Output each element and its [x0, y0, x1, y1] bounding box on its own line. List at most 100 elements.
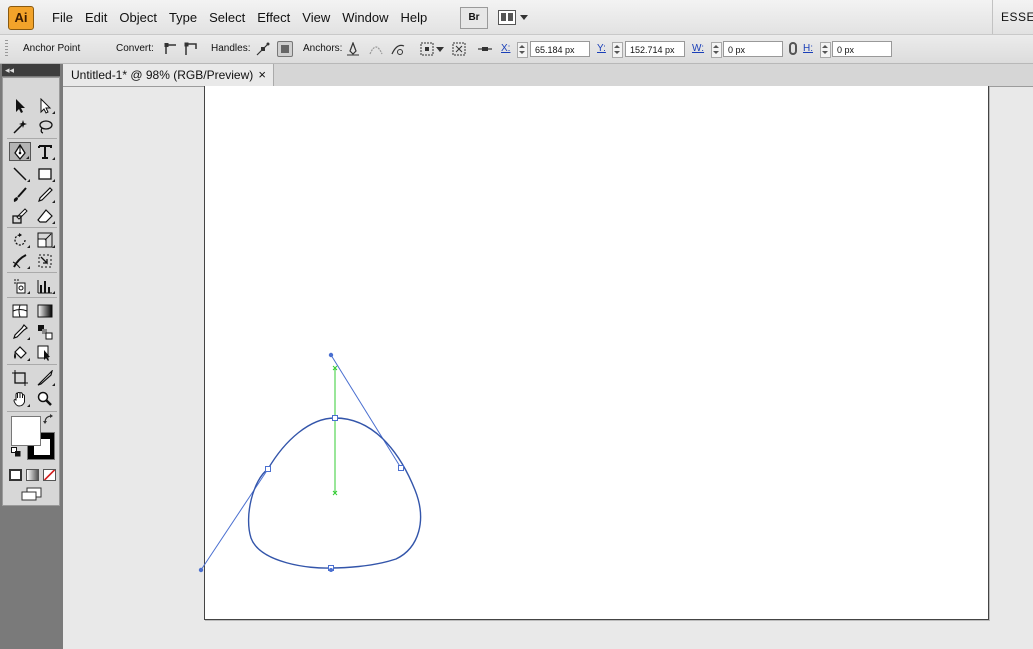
gradient-tool[interactable] — [34, 301, 56, 320]
document-tab[interactable]: Untitled-1* @ 98% (RGB/Preview) × — [63, 64, 274, 86]
zoom-tool[interactable] — [34, 389, 56, 408]
color-mode-button[interactable] — [9, 469, 22, 481]
isolate-selection-icon[interactable] — [452, 42, 466, 56]
magic-wand-tool[interactable] — [9, 117, 31, 136]
menu-file[interactable]: File — [46, 10, 79, 25]
type-tool[interactable] — [34, 142, 56, 161]
none-mode-icon[interactable] — [43, 469, 56, 481]
convert-label: Convert: — [116, 43, 154, 54]
scale-icon — [37, 232, 53, 247]
paintbrush-tool[interactable] — [9, 185, 31, 204]
menu-window[interactable]: Window — [336, 10, 394, 25]
lasso-icon — [39, 119, 53, 134]
line-segment-tool[interactable] — [9, 164, 31, 183]
live-paint-selection-tool[interactable] — [34, 343, 56, 362]
gradient-mode-button[interactable] — [26, 469, 39, 481]
remove-anchor-icon[interactable] — [346, 42, 360, 56]
tool-name-label: Anchor Point — [23, 43, 81, 54]
x-label[interactable]: X: — [501, 35, 510, 63]
document-tab-title: Untitled-1* @ 98% (RGB/Preview) — [71, 68, 254, 82]
hide-handles-button[interactable] — [277, 41, 293, 57]
h-label[interactable]: H: — [803, 35, 813, 63]
constrain-proportions-icon[interactable] — [789, 42, 797, 55]
slice-tool[interactable] — [34, 368, 56, 387]
close-icon[interactable]: × — [258, 64, 266, 86]
h-spinner[interactable] — [820, 42, 831, 58]
default-fill-stroke-icon[interactable] — [11, 447, 21, 457]
transform-reference-icon[interactable] — [478, 42, 492, 56]
go-to-bridge-button[interactable]: Br — [460, 7, 488, 29]
selection-arrow-icon — [16, 98, 25, 113]
convert-to-corner-icon[interactable] — [164, 42, 178, 56]
panel-grip[interactable] — [5, 40, 8, 58]
symbol-sprayer-tool[interactable] — [9, 276, 31, 295]
eyedropper-tool[interactable] — [9, 322, 31, 341]
arrange-documents-button[interactable] — [498, 8, 536, 26]
w-spinner[interactable] — [711, 42, 722, 58]
pencil-icon — [38, 186, 53, 202]
lasso-tool[interactable] — [34, 117, 56, 136]
x-field[interactable]: 65.184 px — [530, 41, 590, 57]
menu-help[interactable]: Help — [394, 10, 433, 25]
scale-tool[interactable] — [34, 230, 56, 249]
type-t-icon — [38, 144, 52, 159]
anchors-label: Anchors: — [303, 43, 343, 54]
zoom-magnifier-icon — [37, 391, 52, 406]
convert-to-smooth-icon[interactable] — [184, 42, 198, 56]
x-spinner[interactable] — [517, 42, 528, 58]
align-to-selection-icon[interactable] — [420, 42, 434, 56]
pen-tool[interactable] — [9, 142, 31, 161]
y-label[interactable]: Y: — [597, 35, 606, 63]
eraser-tool[interactable] — [34, 206, 56, 225]
menu-select[interactable]: Select — [203, 10, 251, 25]
free-transform-tool[interactable] — [34, 251, 56, 270]
swap-fill-stroke-icon[interactable] — [43, 414, 55, 426]
menu-effect[interactable]: Effect — [251, 10, 296, 25]
h-field[interactable]: 0 px — [832, 41, 892, 57]
connect-paths-icon[interactable] — [369, 42, 383, 56]
y-field[interactable]: 152.714 px — [625, 41, 685, 57]
column-graph-icon — [37, 279, 52, 293]
menu-bar: Ai File Edit Object Type Select Effect View Win… — [0, 0, 1033, 35]
blob-brush-tool[interactable] — [9, 206, 31, 225]
selection-tool[interactable] — [9, 96, 31, 115]
y-spinner[interactable] — [612, 42, 623, 58]
live-paint-selection-icon — [37, 345, 50, 361]
pencil-tool[interactable] — [34, 185, 56, 204]
w-field[interactable]: 0 px — [723, 41, 783, 57]
paint-bucket-icon — [14, 345, 27, 359]
workspace-switcher[interactable]: ESSEN — [992, 0, 1033, 34]
rectangle-tool[interactable] — [34, 164, 56, 183]
show-handles-icon[interactable] — [256, 42, 270, 56]
fill-color-swatch[interactable] — [11, 416, 41, 446]
direct-selection-tool[interactable] — [34, 96, 56, 115]
cut-path-icon[interactable] — [391, 42, 405, 56]
menu-view[interactable]: View — [296, 10, 336, 25]
eyedropper-icon — [13, 323, 28, 339]
menu-edit[interactable]: Edit — [79, 10, 113, 25]
direct-selection-arrow-icon — [40, 97, 52, 114]
hand-tool[interactable] — [9, 389, 31, 408]
screen-mode-icon[interactable] — [21, 487, 43, 501]
menu-type[interactable]: Type — [163, 10, 203, 25]
line-segment-icon — [13, 166, 27, 181]
rotate-tool[interactable] — [9, 230, 31, 249]
artboard-tool[interactable] — [9, 368, 31, 387]
w-label[interactable]: W: — [692, 35, 704, 63]
artboard[interactable] — [204, 86, 989, 620]
live-paint-bucket-tool[interactable] — [9, 343, 31, 362]
column-graph-tool[interactable] — [34, 276, 56, 295]
symbol-sprayer-icon — [14, 278, 26, 293]
mesh-icon — [12, 304, 28, 317]
rectangle-icon — [38, 167, 52, 180]
gradient-icon — [37, 304, 53, 317]
mesh-tool[interactable] — [9, 301, 31, 320]
toolbox-collapse-button[interactable]: ◂◂ — [2, 64, 60, 76]
eraser-icon — [37, 208, 53, 223]
menu-object[interactable]: Object — [113, 10, 163, 25]
paintbrush-icon — [13, 186, 27, 202]
chevron-down-icon[interactable] — [436, 47, 444, 52]
free-transform-icon — [38, 254, 52, 267]
warp-tool[interactable] — [9, 251, 31, 270]
blend-tool[interactable] — [34, 322, 56, 341]
